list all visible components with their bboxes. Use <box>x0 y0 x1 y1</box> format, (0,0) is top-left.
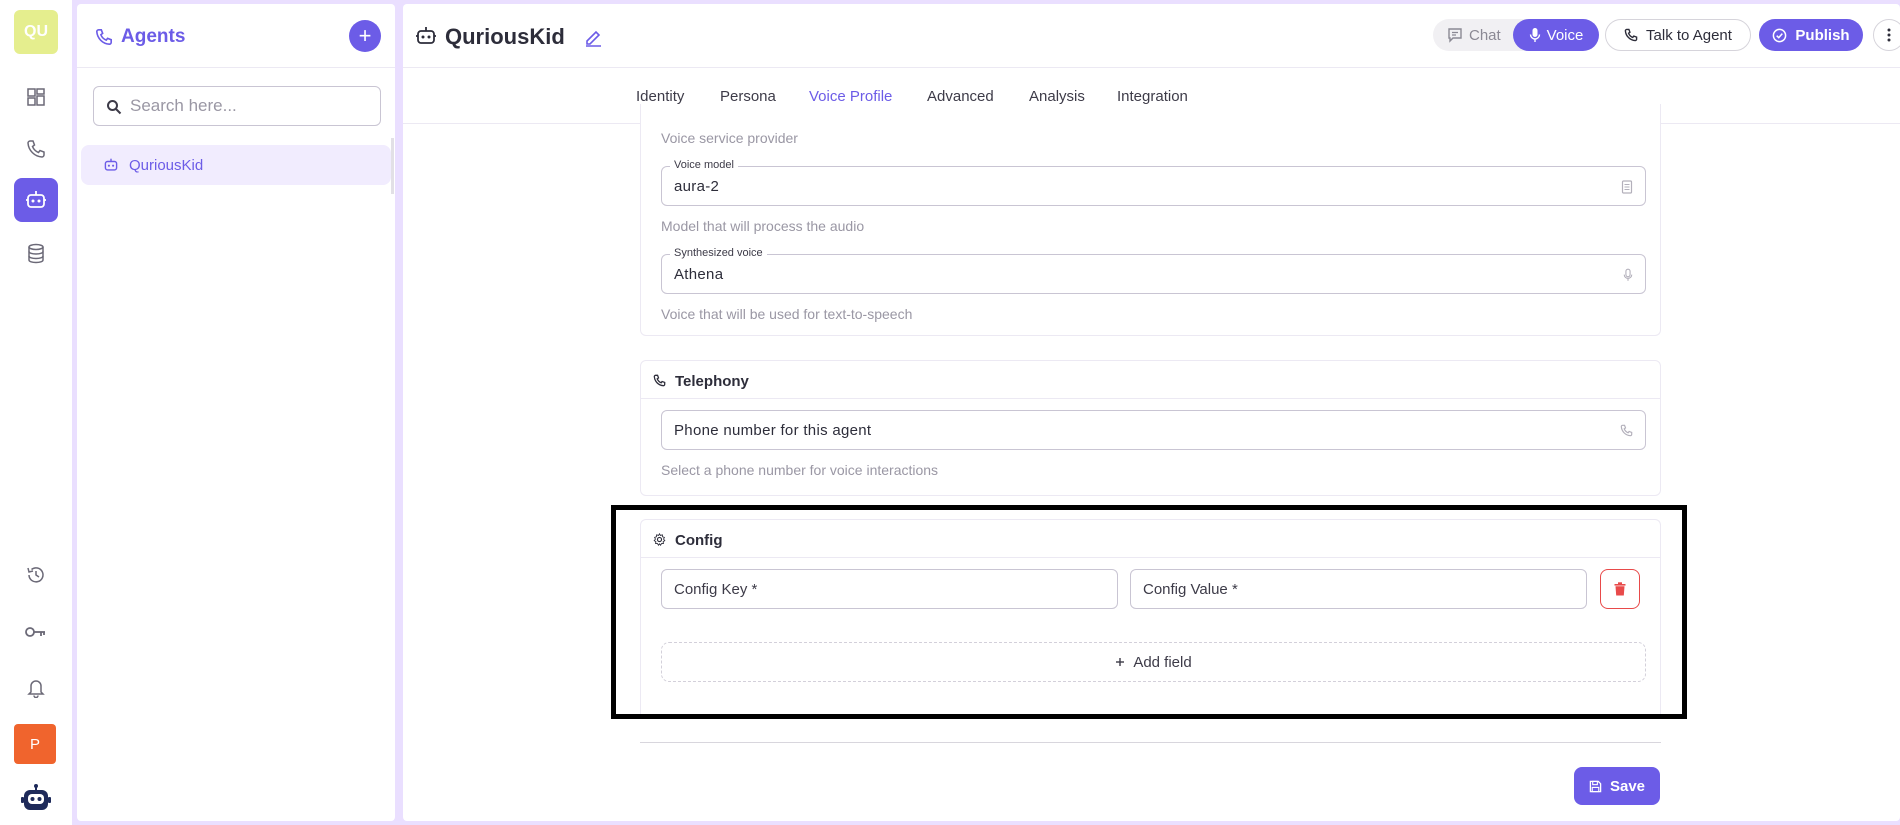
publish-label: Publish <box>1795 26 1850 44</box>
phone-number-select[interactable]: Phone number for this agent <box>661 410 1646 450</box>
history-icon <box>27 567 44 583</box>
dashboard-nav[interactable] <box>14 75 58 119</box>
phone-icon <box>1620 424 1633 437</box>
voice-model-label: Voice model <box>670 159 738 171</box>
talk-to-agent-button[interactable]: Talk to Agent <box>1605 19 1751 51</box>
synthesized-voice-field[interactable]: Synthesized voice Athena <box>661 247 1646 294</box>
icon-rail: QU P <box>0 0 72 825</box>
phone-icon <box>95 28 113 46</box>
keys-nav[interactable] <box>14 610 58 654</box>
panel-scrollbar[interactable] <box>391 138 394 194</box>
save-icon <box>1589 780 1602 792</box>
agents-title: Agents <box>121 26 186 47</box>
phone-number-value: Phone number for this agent <box>674 422 872 439</box>
chat-icon <box>1448 28 1462 43</box>
microphone-icon <box>1623 268 1633 281</box>
edit-icon[interactable] <box>583 27 603 47</box>
agent-list-label: QuriousKid <box>129 157 204 174</box>
phone-icon <box>653 374 666 387</box>
assistant-bot[interactable] <box>14 776 58 820</box>
mode-switch: Chat Voice <box>1433 19 1599 51</box>
editor-header: QuriousKid Chat Voice Talk to Agent Publ… <box>403 4 1900 68</box>
key-icon <box>25 627 45 637</box>
tab-integration[interactable]: Integration <box>1117 88 1188 105</box>
voice-helper: Voice that will be used for text-to-spee… <box>661 306 913 322</box>
chat-label: Chat <box>1469 26 1501 44</box>
talk-label: Talk to Agent <box>1646 26 1732 44</box>
synthesized-voice-value: Athena <box>674 266 724 283</box>
user-avatar[interactable]: P <box>14 724 56 764</box>
history-nav[interactable] <box>14 553 58 597</box>
agents-header: Agents + <box>77 4 395 68</box>
tab-advanced[interactable]: Advanced <box>927 88 994 105</box>
database-icon <box>28 243 44 264</box>
search-icon <box>107 100 122 115</box>
tab-analysis[interactable]: Analysis <box>1029 88 1085 105</box>
robot-icon <box>26 191 46 208</box>
bot-logo-icon <box>21 784 51 810</box>
provider-helper: Voice service provider <box>661 130 798 146</box>
microphone-icon <box>1529 28 1540 42</box>
database-nav[interactable] <box>14 232 58 276</box>
tab-persona[interactable]: Persona <box>720 88 776 105</box>
bell-icon <box>27 680 45 698</box>
agent-name-title: QuriousKid <box>445 24 565 49</box>
voice-model-value: aura-2 <box>674 178 720 195</box>
phone-icon <box>27 140 45 158</box>
model-helper: Model that will process the audio <box>661 218 865 234</box>
agent-list-item[interactable]: QuriousKid <box>81 145 391 185</box>
more-vertical-icon <box>1887 28 1891 42</box>
chat-mode-button[interactable]: Chat <box>1439 22 1509 48</box>
agent-editor: QuriousKid Chat Voice Talk to Agent Publ… <box>403 4 1900 821</box>
voice-model-field[interactable]: Voice model aura-2 <box>661 159 1646 206</box>
calls-nav[interactable] <box>14 127 58 171</box>
dashboard-icon <box>27 88 45 106</box>
save-label: Save <box>1609 777 1646 795</box>
search-input[interactable] <box>130 95 370 117</box>
tab-identity[interactable]: Identity <box>636 88 684 105</box>
phone-icon <box>1624 28 1638 42</box>
telephony-title: Telephony <box>675 373 749 390</box>
add-agent-button[interactable]: + <box>349 20 381 52</box>
agents-panel: Agents + QuriousKid <box>77 4 395 821</box>
agents-nav[interactable] <box>14 178 58 222</box>
check-circle-icon <box>1773 28 1787 42</box>
synthesized-voice-label: Synthesized voice <box>670 247 767 259</box>
telephony-header: Telephony <box>641 361 1660 399</box>
voice-mode-button[interactable]: Voice <box>1513 19 1599 51</box>
robot-icon <box>104 158 118 171</box>
notifications-nav[interactable] <box>14 666 58 710</box>
footer-divider <box>640 742 1661 743</box>
voice-label: Voice <box>1546 26 1584 44</box>
phone-helper: Select a phone number for voice interact… <box>661 462 939 478</box>
save-button[interactable]: Save <box>1574 767 1660 805</box>
tab-voice-profile[interactable]: Voice Profile <box>809 88 892 105</box>
agent-search <box>93 86 381 126</box>
document-icon <box>1621 180 1633 194</box>
more-options-button[interactable] <box>1873 19 1900 51</box>
config-highlight-box <box>611 505 1687 719</box>
robot-icon <box>416 27 436 44</box>
publish-button[interactable]: Publish <box>1759 19 1863 51</box>
workspace-badge[interactable]: QU <box>14 10 58 54</box>
